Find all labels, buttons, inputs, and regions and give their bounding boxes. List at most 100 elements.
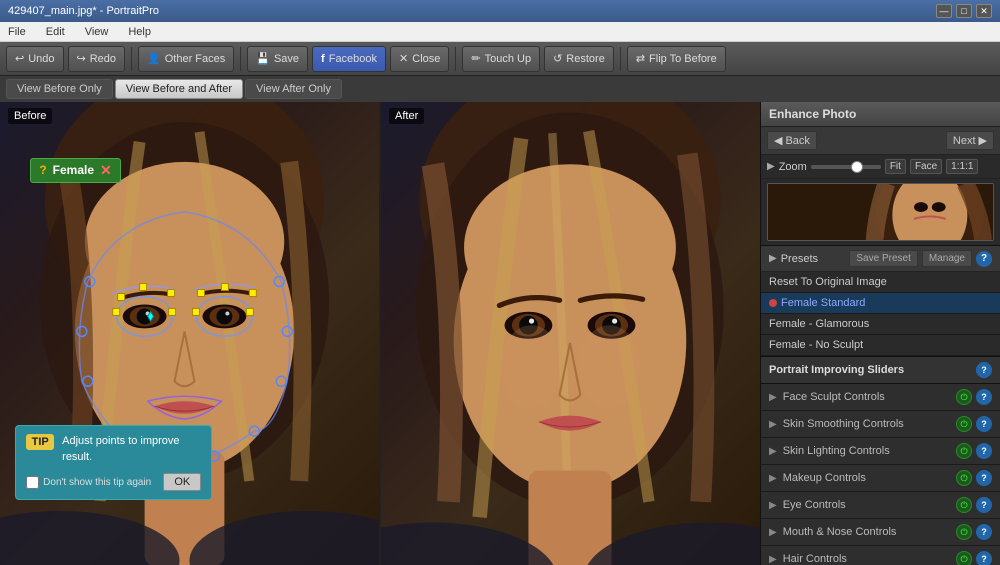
menu-edit[interactable]: Edit: [42, 24, 69, 40]
tip-checkbox-input[interactable]: [26, 476, 39, 489]
preset-item-female-nosculpt[interactable]: Female - No Sculpt: [761, 335, 1000, 356]
preset-label-female-glamorous: Female - Glamorous: [769, 318, 869, 330]
thumbnail-image: [767, 183, 994, 241]
menu-view[interactable]: View: [81, 24, 113, 40]
zoom-slider[interactable]: [811, 165, 881, 169]
hair-left: ▶ Hair Controls: [769, 553, 847, 565]
undo-button[interactable]: ↩ Undo: [6, 46, 64, 72]
eye-arrow: ▶: [769, 500, 777, 511]
preset-item-female-standard[interactable]: Female Standard: [761, 293, 1000, 314]
makeup-label: Makeup Controls: [783, 472, 866, 484]
slider-group-hair: ▶ Hair Controls ⏻ ?: [761, 546, 1000, 565]
makeup-help-button[interactable]: ?: [976, 470, 992, 486]
eye-label: Eye Controls: [783, 499, 846, 511]
facebook-button[interactable]: f Facebook: [312, 46, 386, 72]
after-panel[interactable]: After: [381, 102, 760, 565]
hair-help-button[interactable]: ?: [976, 551, 992, 565]
redo-button[interactable]: ↪ Redo: [68, 46, 126, 72]
flip-icon: ⇄: [636, 52, 645, 65]
other-faces-button[interactable]: 👤 Other Faces: [138, 46, 234, 72]
preset-label-female-nosculpt: Female - No Sculpt: [769, 339, 863, 351]
eye-power-button[interactable]: ⏻: [956, 497, 972, 513]
hair-power-button[interactable]: ⏻: [956, 551, 972, 565]
tip-ok-button[interactable]: OK: [163, 473, 201, 491]
makeup-power-button[interactable]: ⏻: [956, 470, 972, 486]
gender-label[interactable]: ? Female ✕: [30, 158, 120, 183]
separator-4: [620, 47, 621, 71]
face-sculpt-power-button[interactable]: ⏻: [956, 389, 972, 405]
view-before-only-button[interactable]: View Before Only: [6, 79, 113, 99]
mouth-nose-item[interactable]: ▶ Mouth & Nose Controls ⏻ ?: [761, 519, 1000, 545]
close-window-button[interactable]: ✕: [976, 4, 992, 18]
next-button[interactable]: Next ▶: [946, 131, 994, 150]
slider-group-skin-smoothing: ▶ Skin Smoothing Controls ⏻ ?: [761, 411, 1000, 438]
presets-help-button[interactable]: ?: [976, 251, 992, 267]
mouth-nose-label: Mouth & Nose Controls: [783, 526, 897, 538]
menu-file[interactable]: File: [4, 24, 30, 40]
right-panel: Enhance Photo ◀ Back Next ▶ ▶ Zoom Fit F…: [760, 102, 1000, 565]
skin-lighting-help-button[interactable]: ?: [976, 443, 992, 459]
zoom-triangle-icon: ▶: [767, 161, 775, 172]
view-after-only-button[interactable]: View After Only: [245, 79, 342, 99]
view-row: View Before Only View Before and After V…: [0, 76, 1000, 102]
thumbnail-svg: [768, 183, 993, 241]
save-preset-button[interactable]: Save Preset: [849, 250, 917, 267]
tip-footer: Don't show this tip again OK: [26, 473, 201, 491]
preset-item-female-glamorous[interactable]: Female - Glamorous: [761, 314, 1000, 335]
toolbar: ↩ Undo ↪ Redo 👤 Other Faces 💾 Save f Fac…: [0, 42, 1000, 76]
menu-help[interactable]: Help: [124, 24, 155, 40]
preset-item-reset[interactable]: Reset To Original Image: [761, 272, 1000, 293]
minimize-button[interactable]: —: [936, 4, 952, 18]
mouth-nose-arrow: ▶: [769, 527, 777, 538]
view-before-after-button[interactable]: View Before and After: [115, 79, 243, 99]
enhance-header: Enhance Photo: [761, 102, 1000, 127]
preset-list: Reset To Original Image Female Standard …: [761, 272, 1000, 357]
separator-3: [455, 47, 456, 71]
mouth-nose-help-button[interactable]: ?: [976, 524, 992, 540]
portrait-sliders-help-button[interactable]: ?: [976, 362, 992, 378]
manage-presets-button[interactable]: Manage: [922, 250, 972, 267]
before-panel[interactable]: Before: [0, 102, 379, 565]
separator-2: [240, 47, 241, 71]
back-button[interactable]: ◀ Back: [767, 131, 817, 150]
save-button[interactable]: 💾 Save: [247, 46, 308, 72]
skin-smoothing-help-button[interactable]: ?: [976, 416, 992, 432]
edit-area: Before: [0, 102, 760, 565]
makeup-item[interactable]: ▶ Makeup Controls ⏻ ?: [761, 465, 1000, 491]
zoom-face-button[interactable]: Face: [910, 159, 942, 174]
eye-item[interactable]: ▶ Eye Controls ⏻ ?: [761, 492, 1000, 518]
zoom-thumb[interactable]: [851, 161, 863, 173]
next-arrow-icon: ▶: [979, 134, 987, 147]
mouth-nose-left: ▶ Mouth & Nose Controls: [769, 526, 896, 538]
eye-help-button[interactable]: ?: [976, 497, 992, 513]
eye-left: ▶ Eye Controls: [769, 499, 846, 511]
close-button[interactable]: ✕ Close: [390, 46, 449, 72]
preset-label-reset: Reset To Original Image: [769, 276, 887, 288]
hair-item[interactable]: ▶ Hair Controls ⏻ ?: [761, 546, 1000, 565]
gender-close-button[interactable]: ✕: [100, 162, 112, 179]
skin-lighting-power-button[interactable]: ⏻: [956, 443, 972, 459]
zoom-fit-button[interactable]: Fit: [885, 159, 906, 174]
skin-lighting-item[interactable]: ▶ Skin Lighting Controls ⏻ ?: [761, 438, 1000, 464]
flip-button[interactable]: ⇄ Flip To Before: [627, 46, 726, 72]
dont-show-tip-checkbox[interactable]: Don't show this tip again: [26, 476, 151, 489]
restore-button[interactable]: ↺ Restore: [544, 46, 614, 72]
sliders-section[interactable]: Portrait Improving Sliders ? ▶ Face Scul…: [761, 357, 1000, 565]
zoom-row: ▶ Zoom Fit Face 1:1:1: [761, 155, 1000, 179]
portrait-sliders-header: Portrait Improving Sliders ?: [761, 357, 1000, 384]
face-sculpt-label: Face Sculpt Controls: [783, 391, 885, 403]
skin-smoothing-power-button[interactable]: ⏻: [956, 416, 972, 432]
gender-text: Female: [53, 163, 94, 177]
hair-arrow: ▶: [769, 554, 777, 565]
presets-label: ▶ Presets: [769, 253, 818, 265]
maximize-button[interactable]: □: [956, 4, 972, 18]
tip-checkbox-label: Don't show this tip again: [43, 477, 151, 488]
touch-up-button[interactable]: ✏ Touch Up: [462, 46, 540, 72]
mouth-nose-power-button[interactable]: ⏻: [956, 524, 972, 540]
tip-header: TIP Adjust points to improve result.: [26, 434, 201, 465]
skin-smoothing-item[interactable]: ▶ Skin Smoothing Controls ⏻ ?: [761, 411, 1000, 437]
face-sculpt-help-button[interactable]: ?: [976, 389, 992, 405]
titlebar-controls[interactable]: — □ ✕: [936, 4, 992, 18]
after-face-drawing: [381, 102, 760, 565]
face-sculpt-item[interactable]: ▶ Face Sculpt Controls ⏻ ?: [761, 384, 1000, 410]
